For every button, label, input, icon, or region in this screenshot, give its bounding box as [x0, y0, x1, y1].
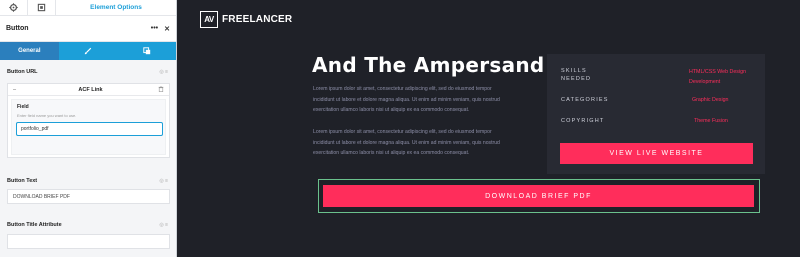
detail-value-line[interactable]: HTML/CSS Web Design — [689, 67, 746, 77]
field-options-icon[interactable]: ◎ ≡ — [159, 69, 168, 75]
element-options-panel: Element Options Button ••• ✕ General But… — [0, 0, 177, 257]
panel-top-title: Element Options — [90, 4, 142, 11]
panel-body: Button URL ◎ ≡ – ACF Link Field Enter fi… — [0, 60, 176, 257]
more-options-icon[interactable]: ••• — [151, 25, 158, 32]
field-options-icon[interactable]: ◎ ≡ — [159, 222, 168, 228]
layers-icon — [142, 47, 150, 55]
detail-label-line: SKILLS — [561, 68, 587, 74]
page-title: And The Ampersand — [312, 53, 545, 77]
paragraph-line: incididunt ut labore et dolore magna ali… — [313, 96, 500, 103]
paragraph-line: Lorem ipsum dolor sit amet, consectetur … — [313, 129, 492, 135]
paragraph-line: incididunt ut labore et dolore magna ali… — [313, 139, 500, 146]
brush-icon — [84, 47, 92, 55]
detail-value[interactable]: HTML/CSS Web Design Development — [689, 67, 746, 87]
paragraph-2: Lorem ipsum dolor sit amet, consectetur … — [313, 127, 533, 159]
logo-badge: AV — [200, 11, 218, 28]
panel-top-bar: Element Options — [0, 0, 176, 16]
acf-field-label: Field — [17, 104, 29, 110]
button-url-label: Button URL — [7, 69, 38, 75]
button-text-input[interactable]: DOWNLOAD BRIEF PDF — [7, 189, 170, 204]
page-preview: AV FREELANCER And The Ampersand Lorem ip… — [177, 0, 800, 257]
panel-header: Button ••• ✕ — [0, 16, 176, 42]
paragraph-1: Lorem ipsum dolor sit amet, consectetur … — [313, 84, 533, 116]
layers-icon[interactable] — [28, 0, 56, 16]
view-live-website-button[interactable]: VIEW LIVE WEBSITE — [560, 143, 753, 164]
paragraph-line: exercitation ullamco laboris nisi ut ali… — [313, 150, 470, 157]
paragraph-line: Lorem ipsum dolor sit amet, consectetur … — [313, 86, 492, 92]
download-brief-pdf-button[interactable]: DOWNLOAD BRIEF PDF — [323, 185, 754, 207]
button-title-attribute-label: Button Title Attribute — [7, 222, 62, 228]
acf-link-title: ACF Link — [78, 86, 103, 93]
detail-label-line: NEEDED — [561, 76, 592, 82]
paragraph-line: exercitation ullamco laboris nisi ut ali… — [313, 107, 470, 114]
detail-value-line[interactable]: Development — [689, 77, 746, 87]
button-text-label: Button Text — [7, 178, 38, 184]
field-options-icon[interactable]: ◎ ≡ — [159, 178, 168, 184]
tab-general[interactable]: General — [0, 42, 59, 60]
acf-link-box: – ACF Link Field Enter field name you wa… — [7, 83, 170, 158]
acf-field-input[interactable] — [16, 122, 163, 136]
panel-tabs: General — [0, 42, 176, 60]
detail-value[interactable]: Theme Fusion — [694, 116, 728, 126]
tab-extras[interactable] — [117, 42, 176, 60]
trash-icon[interactable] — [158, 85, 164, 94]
collapse-icon[interactable]: – — [13, 87, 23, 93]
selected-element-outline: DOWNLOAD BRIEF PDF — [318, 179, 760, 213]
gear-icon[interactable] — [0, 0, 28, 16]
detail-label: SKILLS NEEDED — [561, 67, 591, 83]
logo-name: FREELANCER — [222, 14, 293, 25]
detail-label: CATEGORIES — [561, 97, 609, 103]
close-icon[interactable]: ✕ — [164, 25, 170, 33]
detail-value[interactable]: Graphic Design — [692, 95, 729, 105]
detail-label: COPYRIGHT — [561, 118, 605, 124]
button-title-attribute-input[interactable] — [7, 234, 170, 249]
tab-design[interactable] — [59, 42, 118, 60]
acf-field-section: Field Enter field name you want to use. — [11, 99, 166, 155]
panel-title: Button — [6, 25, 29, 32]
site-logo[interactable]: AV FREELANCER — [200, 11, 292, 28]
acf-link-header[interactable]: – ACF Link — [8, 84, 169, 96]
acf-field-hint: Enter field name you want to use. — [17, 113, 77, 118]
